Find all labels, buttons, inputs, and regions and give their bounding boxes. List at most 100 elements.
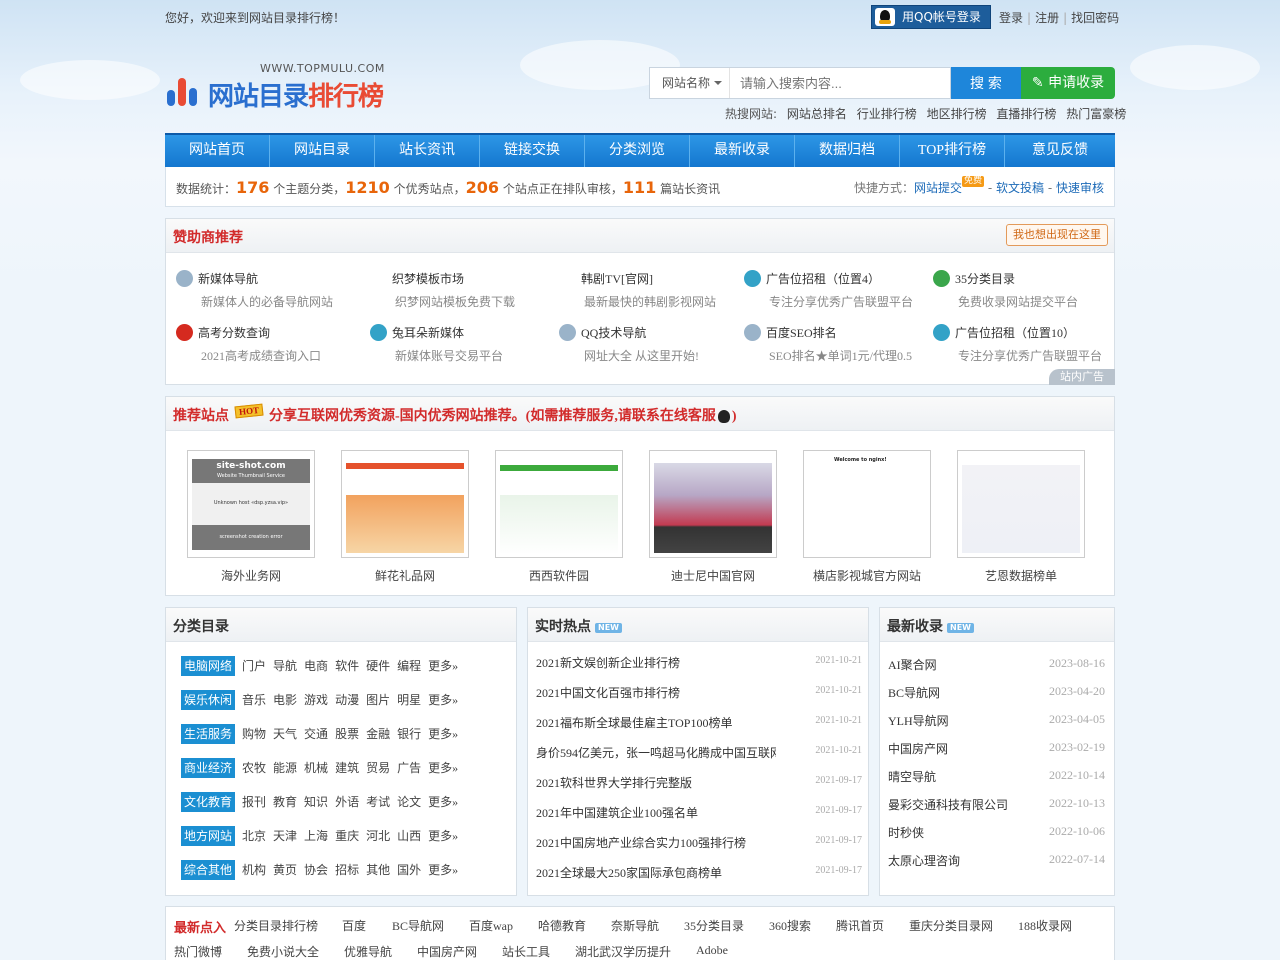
hot-link[interactable]: 热门富豪榜 xyxy=(1066,107,1126,121)
hot-link[interactable]: 直播排行榜 xyxy=(996,107,1056,121)
category-key[interactable]: 地方网站 xyxy=(181,826,236,846)
category-link[interactable]: 教育 xyxy=(273,792,297,812)
nav-categories[interactable]: 分类浏览 xyxy=(585,135,690,167)
newest-title[interactable]: 中国房产网 xyxy=(888,740,948,757)
nav-news[interactable]: 站长资讯 xyxy=(375,135,480,167)
category-link[interactable]: 能源 xyxy=(273,758,297,778)
news-title[interactable]: 2021福布斯全球最佳雇主TOP100榜单 xyxy=(536,714,776,731)
category-link[interactable]: 天气 xyxy=(273,724,297,744)
site-thumbnail[interactable] xyxy=(341,450,469,558)
recover-password-link[interactable]: 找回密码 xyxy=(1071,11,1119,25)
click-link[interactable]: 分类目录排行榜 xyxy=(234,917,318,934)
news-title[interactable]: 身价594亿美元，张一鸣超马化腾成中国互联网 xyxy=(536,744,776,761)
category-link[interactable]: 机械 xyxy=(304,758,328,778)
hot-link[interactable]: 行业排行榜 xyxy=(857,107,917,121)
click-link[interactable]: 中国房产网 xyxy=(417,943,477,960)
newest-title[interactable]: 曼彩交通科技有限公司 xyxy=(888,796,1008,813)
newest-title[interactable]: YLH导航网 xyxy=(888,712,949,729)
click-link[interactable]: 奈斯导航 xyxy=(611,917,659,934)
login-link[interactable]: 登录 xyxy=(999,11,1023,25)
click-link[interactable]: 免费小说大全 xyxy=(247,943,319,960)
more-link[interactable]: 更多» xyxy=(428,656,458,676)
category-link[interactable]: 国外 xyxy=(397,860,421,880)
news-title[interactable]: 2021全球最大250家国际承包商榜单 xyxy=(536,864,776,881)
search-button[interactable]: 搜 索 xyxy=(951,67,1021,99)
category-link[interactable]: 电商 xyxy=(304,656,328,676)
category-link[interactable]: 软件 xyxy=(335,656,359,676)
site-name[interactable]: 迪士尼中国官网 xyxy=(649,567,777,584)
site-name[interactable]: 海外业务网 xyxy=(187,567,315,584)
site-name[interactable]: 横店影视城官方网站 xyxy=(803,567,931,584)
category-link[interactable]: 硬件 xyxy=(366,656,390,676)
click-link[interactable]: 百度 xyxy=(342,917,366,934)
search-input[interactable] xyxy=(732,68,948,98)
click-link[interactable]: 湖北武汉学历提升 xyxy=(575,943,671,960)
more-link[interactable]: 更多» xyxy=(428,826,458,846)
category-link[interactable]: 论文 xyxy=(397,792,421,812)
category-key[interactable]: 娱乐休闲 xyxy=(181,690,236,710)
category-link[interactable]: 银行 xyxy=(397,724,421,744)
category-link[interactable]: 股票 xyxy=(335,724,359,744)
click-link[interactable]: 重庆分类目录网 xyxy=(909,917,993,934)
category-link[interactable]: 其他 xyxy=(366,860,390,880)
category-link[interactable]: 山西 xyxy=(397,826,421,846)
click-link[interactable]: BC导航网 xyxy=(392,917,444,934)
site-name[interactable]: 西西软件园 xyxy=(495,567,623,584)
newest-title[interactable]: 晴空导航 xyxy=(888,768,936,785)
site-name[interactable]: 鲜花礼品网 xyxy=(341,567,469,584)
news-title[interactable]: 2021新文娱创新企业排行榜 xyxy=(536,654,776,671)
category-link[interactable]: 电影 xyxy=(273,690,297,710)
category-link[interactable]: 金融 xyxy=(366,724,390,744)
click-link[interactable]: 哈德教育 xyxy=(538,917,586,934)
newest-title[interactable]: BC导航网 xyxy=(888,684,940,701)
more-link[interactable]: 更多» xyxy=(428,860,458,880)
category-key[interactable]: 生活服务 xyxy=(181,724,236,744)
category-link[interactable]: 游戏 xyxy=(304,690,328,710)
newest-title[interactable]: 太原心理咨询 xyxy=(888,852,960,869)
click-link[interactable]: 360搜索 xyxy=(769,917,811,934)
apply-listing-button[interactable]: ✎ 申请收录 xyxy=(1021,67,1115,99)
category-link[interactable]: 贸易 xyxy=(366,758,390,778)
category-link[interactable]: 上海 xyxy=(304,826,328,846)
category-link[interactable]: 门户 xyxy=(242,656,266,676)
news-title[interactable]: 2021中国文化百强市排行榜 xyxy=(536,684,776,701)
category-key[interactable]: 综合其他 xyxy=(181,860,236,880)
site-thumbnail[interactable]: Welcome to nginx! xyxy=(803,450,931,558)
click-link[interactable]: 35分类目录 xyxy=(684,917,744,934)
fast-review-link[interactable]: 快速审核 xyxy=(1056,181,1104,195)
category-key[interactable]: 文化教育 xyxy=(181,792,236,812)
site-thumbnail[interactable] xyxy=(957,450,1085,558)
search-type-select[interactable]: 网站名称 xyxy=(650,68,730,98)
click-link[interactable]: 百度wap xyxy=(469,917,513,934)
register-link[interactable]: 注册 xyxy=(1035,11,1059,25)
more-link[interactable]: 更多» xyxy=(428,758,458,778)
category-link[interactable]: 北京 xyxy=(242,826,266,846)
category-link[interactable]: 明星 xyxy=(397,690,421,710)
site-name[interactable]: 艺恩数据榜单 xyxy=(957,567,1085,584)
category-link[interactable]: 导航 xyxy=(273,656,297,676)
news-title[interactable]: 2021年中国建筑企业100强名单 xyxy=(536,804,776,821)
category-link[interactable]: 知识 xyxy=(304,792,328,812)
category-link[interactable]: 机构 xyxy=(242,860,266,880)
category-link[interactable]: 报刊 xyxy=(242,792,266,812)
category-link[interactable]: 音乐 xyxy=(242,690,266,710)
nav-archive[interactable]: 数据归档 xyxy=(795,135,900,167)
click-link[interactable]: 站长工具 xyxy=(502,943,550,960)
category-link[interactable]: 黄页 xyxy=(273,860,297,880)
category-key[interactable]: 电脑网络 xyxy=(181,656,236,676)
nav-link-exchange[interactable]: 链接交换 xyxy=(480,135,585,167)
category-link[interactable]: 编程 xyxy=(397,656,421,676)
category-link[interactable]: 农牧 xyxy=(242,758,266,778)
click-link[interactable]: 腾讯首页 xyxy=(836,917,884,934)
site-thumbnail[interactable]: site-shot.com Website Thumbnail Service Un… xyxy=(187,450,315,558)
nav-home[interactable]: 网站首页 xyxy=(165,135,270,167)
more-link[interactable]: 更多» xyxy=(428,724,458,744)
click-link[interactable]: 优雅导航 xyxy=(344,943,392,960)
category-link[interactable]: 购物 xyxy=(242,724,266,744)
category-key[interactable]: 商业经济 xyxy=(181,758,236,778)
newest-title[interactable]: 时秒侠 xyxy=(888,824,924,841)
category-link[interactable]: 河北 xyxy=(366,826,390,846)
newest-title[interactable]: AI聚合网 xyxy=(888,656,937,673)
advertise-here-button[interactable]: 我也想出现在这里 xyxy=(1006,224,1108,246)
submit-site-link[interactable]: 网站提交 xyxy=(914,181,962,195)
